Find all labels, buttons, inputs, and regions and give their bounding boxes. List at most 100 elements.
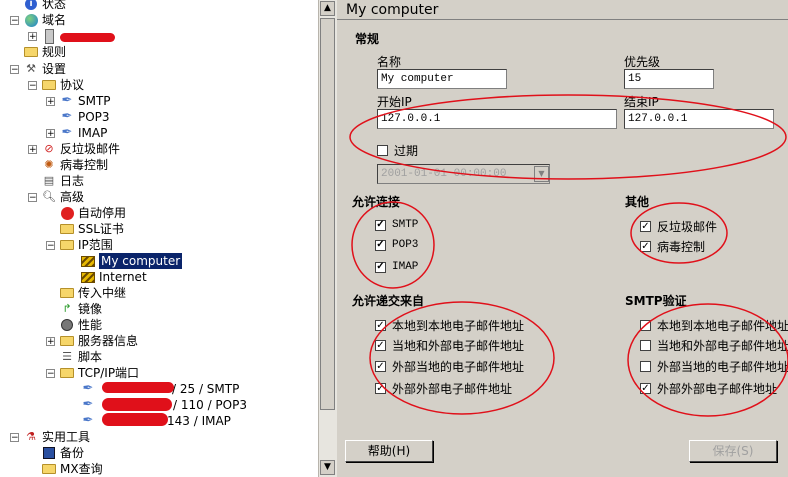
expand-toggle[interactable]: +: [46, 96, 55, 106]
tree-item-protocols[interactable]: − 协议: [28, 77, 84, 93]
checkbox-box[interactable]: [377, 145, 388, 156]
tree-item-utilities[interactable]: − ⚗ 实用工具: [10, 429, 90, 445]
tools-icon: ⚒: [26, 62, 36, 75]
navigation-tree[interactable]: i 状态 − 域名 + 规则 − ⚒ 设置 − 协议 + ✒ SMTP ✒ PO…: [0, 0, 318, 477]
server-icon: [41, 28, 57, 44]
feather-icon: ✒: [61, 125, 73, 140]
allow-relay-heading: 允许递交来自: [352, 294, 425, 308]
tree-item-mx-lookup[interactable]: MX查询: [41, 461, 103, 477]
tree-item-status[interactable]: i 状态: [10, 0, 66, 12]
relay-local-local-checkbox[interactable]: ✓ 本地到本地电子邮件地址: [375, 317, 524, 334]
antispam-checkbox[interactable]: ✓ 反垃圾邮件: [640, 218, 717, 235]
priority-field[interactable]: 15: [624, 69, 714, 89]
expand-toggle[interactable]: +: [46, 336, 55, 346]
allow-connections-heading: 允许连接: [352, 195, 401, 209]
tree-item-my-computer[interactable]: My computer: [80, 253, 183, 269]
tree-item-settings[interactable]: − ⚒ 设置: [10, 61, 66, 77]
feather-icon: ✒: [82, 381, 94, 396]
collapse-toggle[interactable]: −: [10, 15, 19, 25]
antivirus-checkbox[interactable]: ✓ 病毒控制: [640, 238, 705, 255]
allow-smtp-checkbox[interactable]: ✓ SMTP: [375, 219, 418, 231]
start-ip-field[interactable]: 127.0.0.1: [377, 109, 617, 129]
tree-item-virus-control[interactable]: ✺ 病毒控制: [41, 157, 108, 173]
scroll-down-arrow-icon[interactable]: ▼: [320, 460, 335, 475]
priority-label: 优先级: [624, 55, 661, 69]
end-ip-field[interactable]: 127.0.0.1: [624, 109, 774, 129]
scroll-thumb[interactable]: [320, 18, 335, 410]
virus-icon: ✺: [44, 158, 54, 171]
collapse-toggle[interactable]: −: [28, 192, 37, 202]
script-icon: ☰: [62, 350, 72, 363]
chevron-down-icon: ▼: [534, 166, 549, 182]
tree-item-tcpip-ports[interactable]: − TCP/IP端口: [46, 365, 139, 381]
general-heading: 常规: [355, 32, 380, 46]
collapse-toggle[interactable]: −: [10, 432, 19, 442]
stop-icon: [59, 206, 75, 220]
scroll-up-arrow-icon[interactable]: ▲: [320, 1, 335, 16]
computer-icon: [80, 270, 96, 284]
tree-item-performance[interactable]: 性能: [59, 317, 102, 333]
folder-icon: [41, 462, 57, 476]
tree-item-script[interactable]: ☰ 脚本: [59, 349, 102, 365]
info-icon: i: [23, 0, 39, 11]
folder-icon: [59, 286, 75, 300]
feather-icon: ✒: [61, 93, 73, 108]
folder-icon: [23, 45, 39, 59]
auth-local-local-checkbox[interactable]: 本地到本地电子邮件地址: [640, 317, 788, 334]
globe-icon: [23, 13, 39, 27]
collapse-toggle[interactable]: −: [28, 80, 37, 90]
tree-item-domains[interactable]: − 域名: [10, 12, 66, 28]
collapse-toggle[interactable]: −: [46, 368, 55, 378]
tree-item-ssl-cert[interactable]: SSL证书: [59, 221, 124, 237]
folder-icon: [41, 78, 57, 92]
tree-item-backup[interactable]: 备份: [41, 445, 84, 461]
redaction-mark: [102, 398, 172, 411]
relay-local-external-checkbox[interactable]: ✓ 当地和外部电子邮件地址: [375, 337, 524, 354]
tree-item-rules[interactable]: 规则: [23, 44, 66, 60]
log-icon: ▤: [43, 174, 55, 187]
tree-item-server-info[interactable]: + 服务器信息: [46, 333, 138, 349]
allow-pop3-checkbox[interactable]: ✓ POP3: [375, 239, 418, 251]
expand-toggle[interactable]: +: [28, 31, 37, 41]
end-ip-label: 结束IP: [624, 95, 659, 109]
expire-date-field: 2001-01-01 00:00:00: [377, 164, 550, 184]
expand-toggle[interactable]: +: [28, 144, 37, 154]
auth-local-external-checkbox[interactable]: 当地和外部电子邮件地址: [640, 337, 788, 354]
computer-icon: [80, 254, 96, 268]
auth-external-local-checkbox[interactable]: 外部当地的电子邮件地址: [640, 358, 788, 375]
auth-external-external-checkbox[interactable]: ✓ 外部外部电子邮件地址: [640, 380, 777, 397]
tree-item-smtp[interactable]: + ✒ SMTP: [46, 93, 111, 109]
tree-item-log[interactable]: ▤ 日志: [41, 173, 84, 189]
tree-item-auto-disable[interactable]: 自动停用: [59, 205, 126, 221]
relay-external-external-checkbox[interactable]: ✓ 外部外部电子邮件地址: [375, 380, 512, 397]
panel-title: My computer: [337, 0, 788, 20]
redaction-mark: [102, 413, 168, 426]
tree-item-imap[interactable]: + ✒ IMAP: [46, 125, 107, 141]
allow-imap-checkbox[interactable]: ✓ IMAP: [375, 261, 418, 273]
tree-item-antispam[interactable]: + ⊘ 反垃圾邮件: [28, 141, 120, 157]
tree-item-internet[interactable]: Internet: [80, 269, 147, 285]
no-spam-icon: ⊘: [44, 142, 54, 155]
tree-item-domain-entry[interactable]: +: [28, 28, 60, 44]
help-button[interactable]: 帮助(H): [345, 440, 433, 462]
magnifier-icon: 🔍︎: [42, 190, 56, 203]
collapse-toggle[interactable]: −: [46, 240, 55, 250]
tree-scrollbar[interactable]: ▲ ▼: [318, 0, 337, 477]
name-field[interactable]: My computer: [377, 69, 507, 89]
tree-item-advanced[interactable]: − 🔍︎ 高级: [28, 189, 84, 205]
mirror-icon: ↱: [62, 302, 72, 315]
feather-icon: ✒: [82, 397, 94, 412]
redaction-mark: [102, 382, 174, 393]
gauge-icon: [59, 318, 75, 332]
other-heading: 其他: [625, 195, 650, 209]
expire-checkbox[interactable]: 过期: [377, 142, 418, 159]
collapse-toggle[interactable]: −: [10, 64, 19, 74]
relay-external-local-checkbox[interactable]: ✓ 外部当地的电子邮件地址: [375, 358, 524, 375]
tree-item-pop3[interactable]: ✒ POP3: [59, 109, 110, 125]
tree-item-ip-ranges[interactable]: − IP范围: [46, 237, 113, 253]
tree-item-mirror[interactable]: ↱ 镜像: [59, 301, 102, 317]
tree-item-incoming-relay[interactable]: 传入中继: [59, 285, 126, 301]
folder-icon: [59, 334, 75, 348]
expand-toggle[interactable]: +: [46, 128, 55, 138]
save-button[interactable]: 保存(S): [689, 440, 777, 462]
